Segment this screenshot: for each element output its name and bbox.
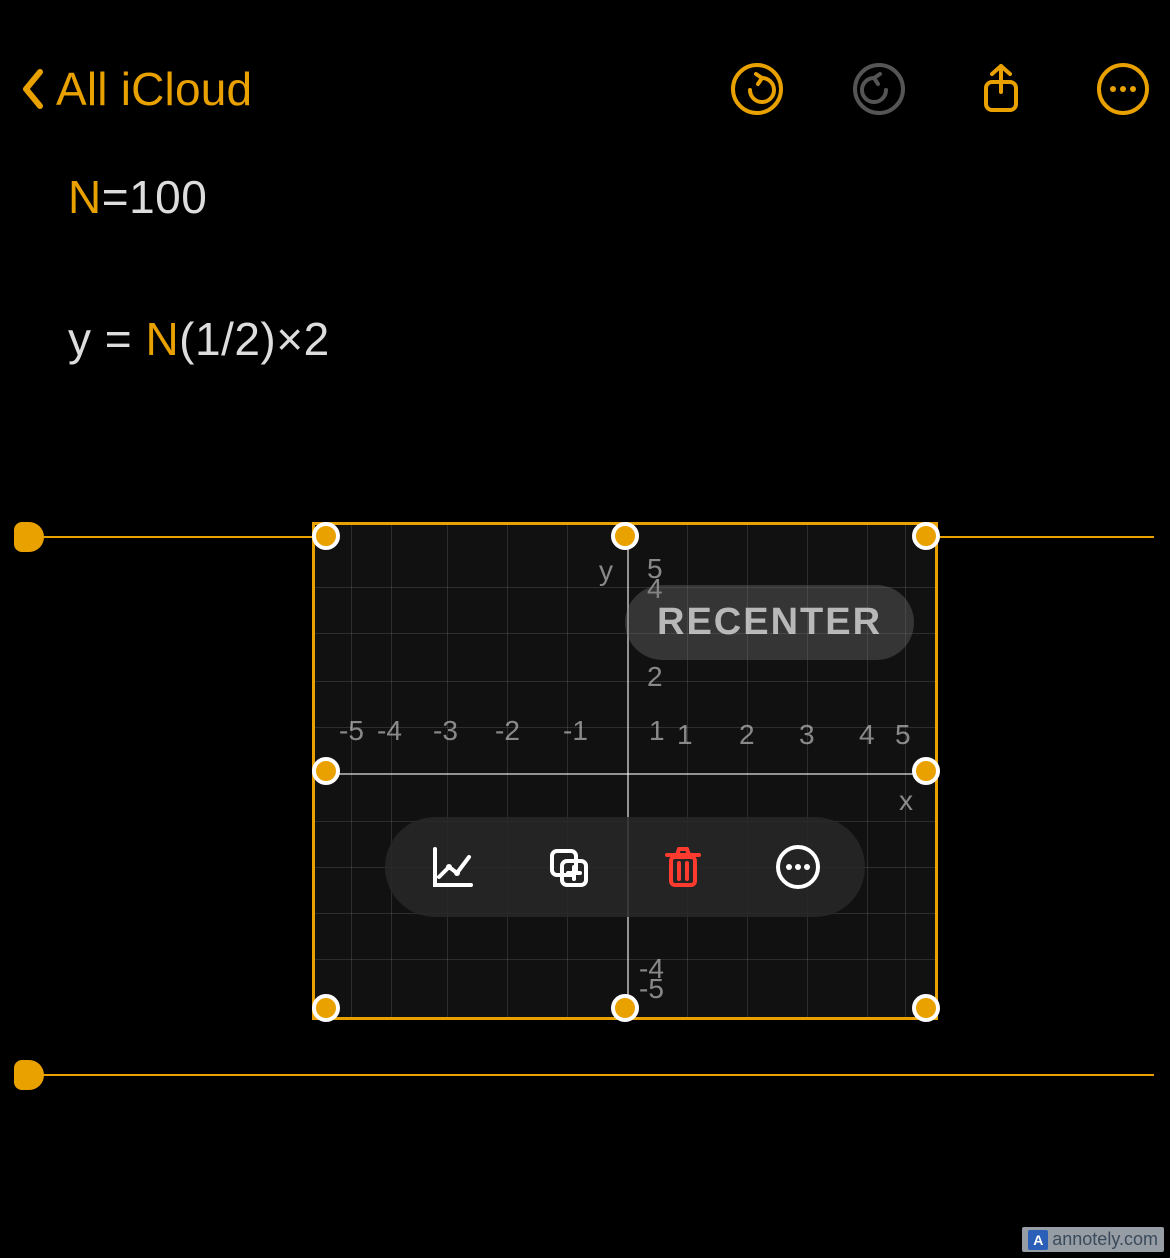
watermark-text: annotely.com bbox=[1052, 1229, 1158, 1250]
line2-post: (1/2)×2 bbox=[179, 313, 330, 365]
x-axis-label: x bbox=[899, 785, 913, 817]
x-axis bbox=[315, 773, 935, 775]
recenter-button[interactable]: RECENTER bbox=[625, 585, 914, 660]
delete-button[interactable] bbox=[657, 841, 709, 893]
xtick: 5 bbox=[895, 719, 911, 751]
line2-pre: y = bbox=[68, 313, 145, 365]
resize-handle-e[interactable] bbox=[912, 757, 940, 785]
share-icon bbox=[974, 62, 1028, 116]
var-N2: N bbox=[145, 313, 179, 365]
line1-rest: =100 bbox=[102, 171, 208, 223]
ytick: -5 bbox=[639, 973, 664, 1005]
redo-icon bbox=[852, 62, 906, 116]
more-graph-button[interactable] bbox=[772, 841, 824, 893]
ellipsis-circle-icon bbox=[774, 843, 822, 891]
xtick: -4 bbox=[377, 715, 402, 747]
more-button[interactable] bbox=[1096, 62, 1150, 116]
xtick: -3 bbox=[433, 715, 458, 747]
var-N: N bbox=[68, 171, 102, 223]
back-label: All iCloud bbox=[56, 62, 252, 116]
y-axis-label: y bbox=[599, 555, 613, 587]
copy-plus-icon bbox=[544, 843, 592, 891]
trash-icon bbox=[659, 843, 707, 891]
undo-button[interactable] bbox=[730, 62, 784, 116]
resize-handle-nw[interactable] bbox=[312, 522, 340, 550]
resize-handle-ne[interactable] bbox=[912, 522, 940, 550]
graph-toolbar bbox=[385, 817, 865, 917]
y-axis bbox=[627, 525, 629, 1017]
xtick: 1 bbox=[677, 719, 693, 751]
resize-handle-sw[interactable] bbox=[312, 994, 340, 1022]
selection-handle-top[interactable] bbox=[14, 522, 44, 552]
math-line-1[interactable]: N=100 bbox=[68, 170, 1102, 224]
redo-button bbox=[852, 62, 906, 116]
undo-icon bbox=[730, 62, 784, 116]
chart-icon bbox=[429, 843, 477, 891]
watermark: A annotely.com bbox=[1022, 1227, 1164, 1252]
selection-line-bottom[interactable] bbox=[16, 1074, 1154, 1076]
watermark-badge: A bbox=[1028, 1230, 1048, 1250]
math-line-2[interactable]: y = N(1/2)×2 bbox=[68, 312, 1102, 366]
graph-object[interactable]: y 5 4 2 -4 -5 -5 -4 -3 -2 -1 1 1 2 3 4 5… bbox=[312, 522, 938, 1020]
xtick: 1 bbox=[649, 715, 665, 747]
selection-handle-bottom[interactable] bbox=[14, 1060, 44, 1090]
ellipsis-circle-icon bbox=[1096, 62, 1150, 116]
resize-handle-se[interactable] bbox=[912, 994, 940, 1022]
share-button[interactable] bbox=[974, 62, 1028, 116]
back-button[interactable]: All iCloud bbox=[20, 62, 252, 116]
resize-handle-w[interactable] bbox=[312, 757, 340, 785]
resize-handle-s[interactable] bbox=[611, 994, 639, 1022]
chevron-left-icon bbox=[20, 68, 44, 110]
ytick: 2 bbox=[647, 661, 663, 693]
chart-button[interactable] bbox=[427, 841, 479, 893]
copy-button[interactable] bbox=[542, 841, 594, 893]
resize-handle-n[interactable] bbox=[611, 522, 639, 550]
recenter-label: RECENTER bbox=[657, 601, 882, 643]
